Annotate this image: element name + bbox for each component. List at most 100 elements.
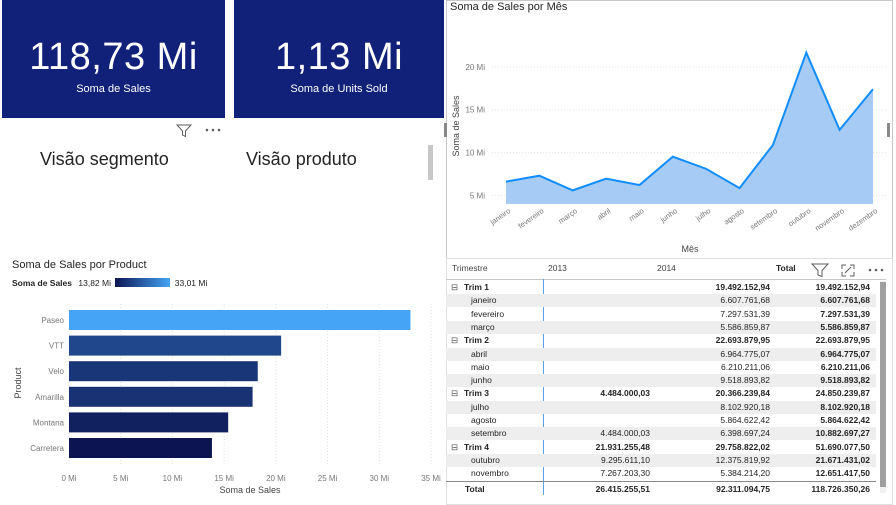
x-tick-label: 15 Mi [214,474,234,483]
x-axis-title: Mês [681,244,699,254]
cell-total: 24.850.239,87 [815,388,870,399]
bar-vtt[interactable] [69,335,282,356]
slicer-produto-title[interactable]: Visão produto [246,149,357,170]
data-point-maio[interactable] [637,183,641,187]
matrix-row[interactable]: junho 9.518.893,82 9.518.893,82 [446,374,876,388]
matrix-row[interactable]: julho 8.102.920,18 8.102.920,18 [446,400,876,414]
kpi-card-sales[interactable]: 118,73 Mi Soma de Sales [2,0,225,118]
kpi-label: Soma de Sales [76,83,151,95]
data-point-janeiro[interactable] [504,180,508,184]
matrix-row[interactable]: agosto 5.864.622,42 5.864.622,42 [446,414,876,427]
category-label: Montana [33,418,65,427]
data-point-dezembro[interactable] [871,87,875,91]
total-2013: 26.415.255,51 [595,484,650,494]
data-point-setembro[interactable] [771,143,775,147]
y-tick-label: 10 Mi [465,149,485,158]
matrix-header-2013[interactable]: 2013 [548,263,567,273]
more-options-icon[interactable] [867,266,885,274]
slicer-segmento-title[interactable]: Visão segmento [40,149,169,170]
collapse-icon[interactable]: ⊟ [451,441,458,454]
x-tick-label: outubro [786,206,812,228]
cell-2014: 6.964.775,07 [720,348,770,359]
matrix-scrollbar-thumb[interactable] [880,282,886,487]
category-label: VTT [49,342,64,351]
row-label: abril [471,348,488,359]
row-label: fevereiro [471,308,505,319]
filter-icon[interactable] [176,124,192,138]
data-point-junho[interactable] [671,155,675,159]
collapse-icon[interactable]: ⊟ [451,334,458,347]
matrix-row[interactable]: setembro 4.484.000,03 6.398.697,24 10.882.6… [446,427,876,441]
bar-amarilla[interactable] [69,386,253,407]
matrix-row[interactable]: março 5.586.859,87 5.586.859,87 [446,320,876,334]
row-label: maio [471,361,490,372]
cell-2014: 29.758.822,02 [715,441,770,452]
chart-scroll-handle[interactable] [887,123,890,137]
matrix-group-row[interactable]: ⊟ Trim 3 4.484.000,03 20.366.239,84 24.850.2… [446,387,876,400]
data-point-julho[interactable] [704,167,708,171]
matrix-row[interactable]: fevereiro 7.297.531,39 7.297.531,39 [446,308,876,321]
matrix-row[interactable]: novembro 7.267.203,30 5.384.214,20 12.651.4… [446,467,876,480]
category-label: Amarilla [35,393,64,402]
kpi-value: 1,13 Mi [274,36,404,78]
kpi-label: Soma de Units Sold [290,83,388,95]
matrix-total-row: Total 26.415.255,51 92.311.094,75 118.72… [446,483,876,496]
x-tick-label: fevereiro [516,206,545,230]
line-chart-panel[interactable]: Soma de Sales por Mês Soma de Sales Mês … [444,0,893,259]
focus-mode-icon[interactable] [841,264,855,277]
cell-2014: 5.384.214,20 [720,468,770,479]
matrix-header-trimestre[interactable]: Trimestre [452,263,488,273]
data-point-novembro[interactable] [838,128,842,132]
matrix-row[interactable]: maio 6.210.211,06 6.210.211,06 [446,361,876,374]
legend-label: Soma de Sales [12,278,73,288]
matrix-row[interactable]: outubro 9.295.611,10 12.375.819,92 21.671.4… [446,453,876,467]
x-tick-label: 10 Mi [163,474,183,483]
x-tick-label: dezembro [847,206,879,233]
x-tick-label: setembro [748,206,779,231]
cell-2013: 7.267.203,30 [600,468,650,479]
matrix-header-total[interactable]: Total [776,263,796,273]
matrix-row[interactable]: abril 6.964.775,07 6.964.775,07 [446,347,876,361]
matrix-group-row[interactable]: ⊟ Trim 1 19.492.152,94 19.492.152,94 [446,281,876,294]
collapse-icon[interactable]: ⊟ [451,281,458,294]
data-point-outubro[interactable] [804,51,808,55]
x-tick-label: julho [693,206,712,223]
matrix-row[interactable]: janeiro 6.607.761,68 6.607.761,68 [446,294,876,308]
x-tick-label: 5 Mi [113,474,128,483]
total-total: 118.726.350,26 [811,484,870,494]
row-label: Trim 3 [464,388,490,399]
x-tick-label: 30 Mi [370,474,390,483]
x-tick-label: 35 Mi [421,474,441,483]
bar-velo[interactable] [69,361,258,382]
matrix-group-row[interactable]: ⊟ Trim 2 22.693.879,95 22.693.879,95 [446,334,876,347]
more-options-icon[interactable] [204,126,222,134]
data-point-março[interactable] [571,188,575,192]
cell-2013: 9.295.611,10 [601,454,650,465]
cell-total: 10.882.697,27 [815,428,870,439]
cell-2013: 4.484.000,03 [600,428,650,439]
kpi-card-units[interactable]: 1,13 Mi Soma de Units Sold [234,0,444,118]
x-tick-label: 20 Mi [266,474,286,483]
data-point-fevereiro[interactable] [537,174,541,178]
legend-min: 13,82 Mi [78,278,111,288]
matrix-body: ⊟ Trim 1 19.492.152,94 19.492.152,94 janeiro… [446,281,876,491]
category-label: Velo [48,367,64,376]
bar-carretera[interactable] [69,438,212,458]
bar-montana[interactable] [69,412,229,433]
x-tick-label: 25 Mi [318,474,338,483]
cell-2014: 5.586.859,87 [720,321,770,332]
matrix-header-2014[interactable]: 2014 [657,263,676,273]
cell-total: 9.518.893,82 [820,375,870,386]
data-point-abril[interactable] [604,177,608,181]
category-label: Paseo [41,316,64,325]
bar-paseo[interactable] [69,310,411,330]
cell-2014: 5.864.622,42 [720,415,770,425]
filter-icon[interactable] [811,263,829,278]
data-point-agosto[interactable] [738,186,742,190]
collapse-icon[interactable]: ⊟ [451,387,458,400]
slicer-scrollbar[interactable] [428,145,433,180]
chart-scroll-handle[interactable] [444,123,447,137]
matrix-group-row[interactable]: ⊟ Trim 4 21.931.255,48 29.758.822,02 51.690.… [446,441,876,454]
cell-2014: 19.492.152,94 [715,282,770,292]
cell-total: 51.690.077,50 [815,441,870,452]
